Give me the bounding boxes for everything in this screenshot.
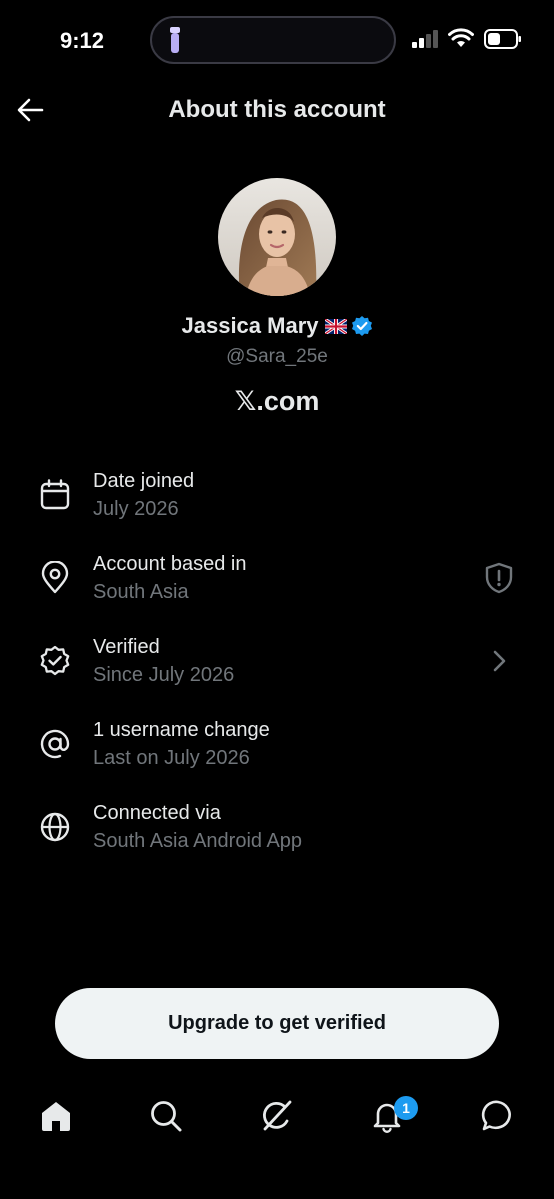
info-value: July 2026 (93, 498, 179, 520)
shield-alert-icon[interactable] (482, 561, 516, 595)
info-value: Since July 2026 (93, 664, 235, 686)
info-title: Verified (93, 636, 160, 658)
upgrade-verified-button[interactable]: Upgrade to get verified (55, 988, 499, 1059)
verified-badge-icon[interactable] (351, 315, 373, 337)
status-bar: 9:12 (0, 0, 554, 82)
info-value: South Asia Android App (93, 830, 303, 852)
site-label: 𝕏.com (234, 386, 320, 416)
chevron-right-icon[interactable] (482, 644, 516, 678)
dynamic-island (150, 16, 396, 64)
avatar[interactable] (218, 178, 336, 296)
info-title: Connected via (93, 802, 221, 824)
search-icon[interactable] (148, 1098, 184, 1134)
notification-count-badge: 1 (394, 1096, 418, 1120)
profile-name-row: Jassica Mary (0, 313, 554, 339)
info-row-verified[interactable]: Verified Since July 2026 (0, 628, 554, 698)
uk-flag-icon (324, 318, 347, 334)
info-row-account-based-in: Account based in South Asia (0, 545, 554, 615)
info-value: South Asia (93, 581, 189, 603)
globe-icon (40, 812, 70, 842)
info-row-date-joined: Date joined July 2026 (0, 462, 554, 532)
home-icon[interactable] (38, 1098, 74, 1134)
location-pin-icon (41, 561, 69, 594)
avatar-image (218, 178, 336, 296)
bottom-tab-bar (0, 1080, 554, 1160)
flashlight-icon (170, 27, 180, 53)
messages-icon[interactable] (480, 1098, 516, 1134)
page-title: About this account (168, 96, 386, 123)
header: About this account (0, 82, 554, 142)
info-title: Account based in (93, 553, 247, 575)
at-sign-icon (40, 729, 70, 759)
info-title: 1 username change (93, 719, 270, 741)
verified-check-icon (40, 645, 70, 676)
profile-name: Jassica Mary (181, 313, 319, 338)
info-value: Last on July 2026 (93, 747, 250, 769)
info-row-username-change: 1 username change Last on July 2026 (0, 711, 554, 781)
grok-icon[interactable] (259, 1098, 295, 1134)
status-time: 9:12 (60, 28, 105, 53)
cellular-signal-icon (412, 30, 438, 48)
calendar-icon (40, 479, 70, 510)
battery-icon (484, 29, 521, 49)
info-title: Date joined (93, 470, 195, 492)
info-row-connected-via: Connected via South Asia Android App (0, 794, 554, 864)
profile-handle: @Sara_25e (226, 346, 328, 367)
wifi-icon (448, 28, 474, 47)
